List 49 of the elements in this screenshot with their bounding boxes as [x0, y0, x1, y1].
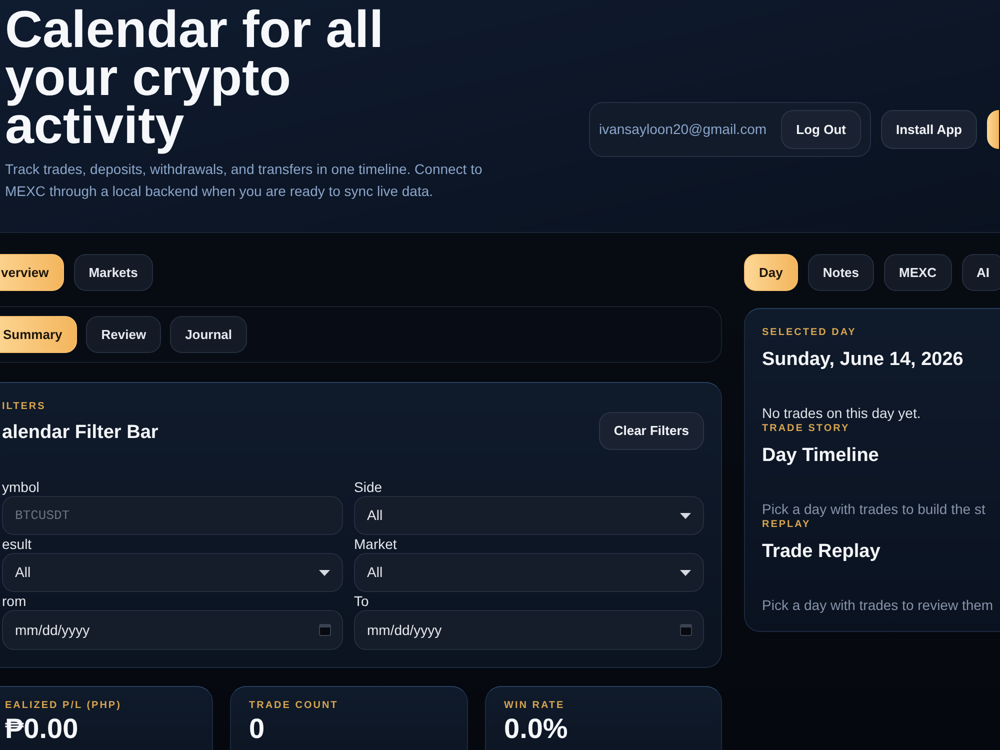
section-eyebrow: REPLAY: [762, 518, 811, 532]
panel-title: alendar Filter Bar: [2, 421, 158, 445]
body-text: No trades on this day yet.: [762, 404, 921, 422]
select-field[interactable]: All: [354, 496, 704, 535]
panel-title: Day Timeline: [762, 444, 879, 468]
stat-value: 0: [249, 713, 265, 745]
section-eyebrow: SELECTED DAY: [762, 326, 856, 340]
caret-icon: [319, 570, 330, 576]
tab[interactable]: Review: [86, 316, 162, 353]
section-eyebrow: TRADE STORY: [762, 422, 850, 436]
stat-label: TRADE COUNT: [249, 699, 338, 713]
clear-filters-button[interactable]: Clear Filters: [598, 412, 704, 450]
body-text: Pick a day with trades to review them: [762, 596, 994, 614]
stat-value: ₱0.00: [5, 713, 78, 745]
select-field[interactable]: All: [354, 553, 704, 592]
tab[interactable]: Journal: [170, 316, 248, 353]
panel-title: Sunday, June 14, 2026: [762, 348, 964, 372]
tab[interactable]: Summary: [0, 316, 78, 353]
calendar-icon: [319, 624, 331, 636]
tab[interactable]: Notes: [808, 254, 874, 291]
description-text: Track trades, deposits, withdrawals, and transfers in one timeline. Connect to MEXC through a local backend when you are ready to sync live data.: [5, 160, 484, 201]
caret-icon: [680, 570, 691, 576]
select-field[interactable]: All: [2, 553, 343, 592]
field-label: esult: [2, 535, 32, 553]
field-label: To: [354, 592, 369, 610]
primary-button[interactable]: [986, 110, 999, 149]
panel-title: Trade Replay: [762, 540, 880, 564]
field-label: rom: [2, 592, 26, 610]
date-field[interactable]: mm/dd/yyyy: [2, 610, 343, 650]
calendar-icon: [680, 624, 692, 636]
logout-button[interactable]: Log Out: [781, 110, 861, 149]
email-text: ivansayloon20@gmail.com: [599, 120, 767, 139]
tab[interactable]: AI: [962, 254, 1000, 291]
tab[interactable]: Markets: [74, 254, 153, 291]
date-field[interactable]: mm/dd/yyyy: [354, 610, 704, 650]
field-label: Market: [354, 535, 397, 553]
field-label: ymbol: [2, 478, 40, 496]
install-button[interactable]: Install App: [881, 110, 977, 149]
caret-icon: [680, 512, 691, 518]
stat-label: WIN RATE: [504, 699, 565, 713]
stat-label: EALIZED P/L (PHP): [5, 699, 122, 713]
section-eyebrow: ILTERS: [2, 400, 46, 414]
stat-value: 0.0%: [504, 713, 568, 745]
tab[interactable]: MEXC: [884, 254, 952, 291]
field-label: Side: [354, 478, 382, 496]
body-text: Pick a day with trades to build the st: [762, 500, 986, 518]
tab[interactable]: Day: [744, 254, 798, 291]
tab[interactable]: verview: [0, 254, 64, 291]
input-field[interactable]: BTCUSDT: [2, 496, 343, 535]
